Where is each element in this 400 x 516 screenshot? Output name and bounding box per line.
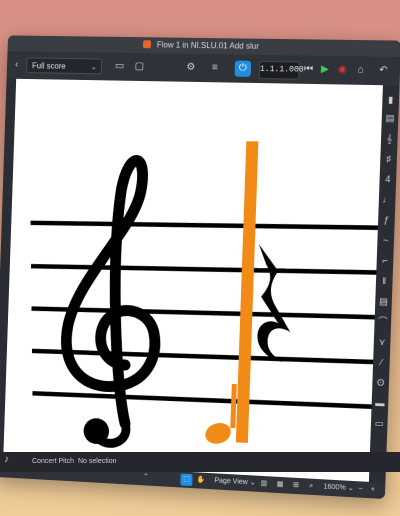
tempo-icon[interactable]: ♩ [381, 193, 394, 206]
line-icon[interactable]: ⁄ [375, 356, 388, 369]
zoom-icon[interactable]: ⌕ [309, 481, 313, 493]
film-reel-icon[interactable]: ⚙ [183, 60, 199, 76]
tremolo-icon[interactable]: ⋎ [376, 336, 389, 349]
page-view-icon[interactable]: ▢ [131, 59, 147, 75]
treble-clef [63, 159, 161, 446]
clef-icon[interactable]: 𝄞 [383, 132, 396, 145]
timecode-display: 1.1.1.000 [258, 60, 304, 80]
pitch-mode[interactable]: Concert Pitch [32, 456, 74, 468]
hand-tool-icon[interactable]: ✋ [196, 474, 205, 486]
galley-view-icon[interactable]: ▭ [112, 59, 128, 75]
comment-icon[interactable]: ▭ [373, 417, 386, 430]
note-input-icon[interactable]: ♪ [4, 454, 9, 466]
keyboard-icon[interactable]: ▤ [384, 112, 397, 124]
play-icon[interactable]: ▶ [316, 62, 333, 78]
view-mode-select[interactable]: Page View ⌄ [214, 475, 256, 489]
note-stem [230, 383, 237, 429]
barline-icon[interactable]: ‖ [378, 275, 391, 288]
zoom-select[interactable]: 1600% ⌄ [323, 481, 354, 495]
zoom-value: 1600% [323, 483, 346, 492]
panel-toggle-icon[interactable]: ▮ [384, 93, 397, 105]
key-signature-icon[interactable]: ♯ [382, 152, 395, 165]
undo-icon[interactable]: ↶ [375, 63, 392, 80]
repeat-icon[interactable]: ⌐ [379, 254, 392, 267]
zoom-in-icon[interactable]: + [370, 484, 375, 496]
mixer-icon[interactable]: ≡ [206, 60, 223, 76]
layout-select-value: Full score [31, 61, 66, 71]
selection-stem [235, 141, 259, 443]
holds-icon[interactable]: ʘ [374, 376, 387, 389]
rewind-icon[interactable]: ⏮ [300, 62, 317, 78]
zoom-out-icon[interactable]: − [358, 483, 363, 495]
time-signature-icon[interactable]: 4 [381, 173, 394, 186]
note-head [202, 419, 234, 448]
playing-technique-icon[interactable]: ▤ [377, 295, 390, 308]
slur-icon[interactable]: ⌒ [376, 315, 389, 328]
layout-select[interactable]: Full score ⌄ [26, 57, 103, 75]
dynamics-icon[interactable]: ƒ [380, 214, 393, 227]
window-title: Flow 1 in NI.SLU.01 Add slur [156, 40, 260, 51]
view-mode-value: Page View [214, 477, 248, 487]
power-icon[interactable]: ⏻ [234, 60, 252, 77]
rehearsal-mark-icon[interactable]: ▬ [374, 397, 387, 410]
menu-icon[interactable]: ‹ [9, 57, 25, 73]
layout-icon[interactable]: ▥ [260, 478, 267, 490]
ornaments-icon[interactable]: ~ [379, 234, 392, 247]
panel-arrow-icon[interactable]: ⌃ [143, 471, 149, 483]
app-window: Flow 1 in NI.SLU.01 Add slur ‹ Full scor… [0, 35, 400, 500]
status-bar: ♪ Concert Pitch No selection [0, 452, 400, 472]
music-notation [3, 79, 383, 482]
record-icon[interactable]: ◉ [334, 62, 351, 78]
app-icon [142, 40, 151, 49]
selection-status: No selection [78, 458, 117, 465]
select-tool-icon[interactable]: ⬚ [180, 473, 193, 487]
chevron-down-icon: ⌄ [90, 62, 98, 72]
metronome-icon[interactable]: ⌂ [352, 62, 369, 79]
score-canvas[interactable] [3, 78, 383, 482]
quarter-rest [254, 244, 294, 363]
spreads-icon[interactable]: ▦ [277, 479, 284, 491]
zoom-fit-icon[interactable]: ⊞ [293, 480, 299, 492]
